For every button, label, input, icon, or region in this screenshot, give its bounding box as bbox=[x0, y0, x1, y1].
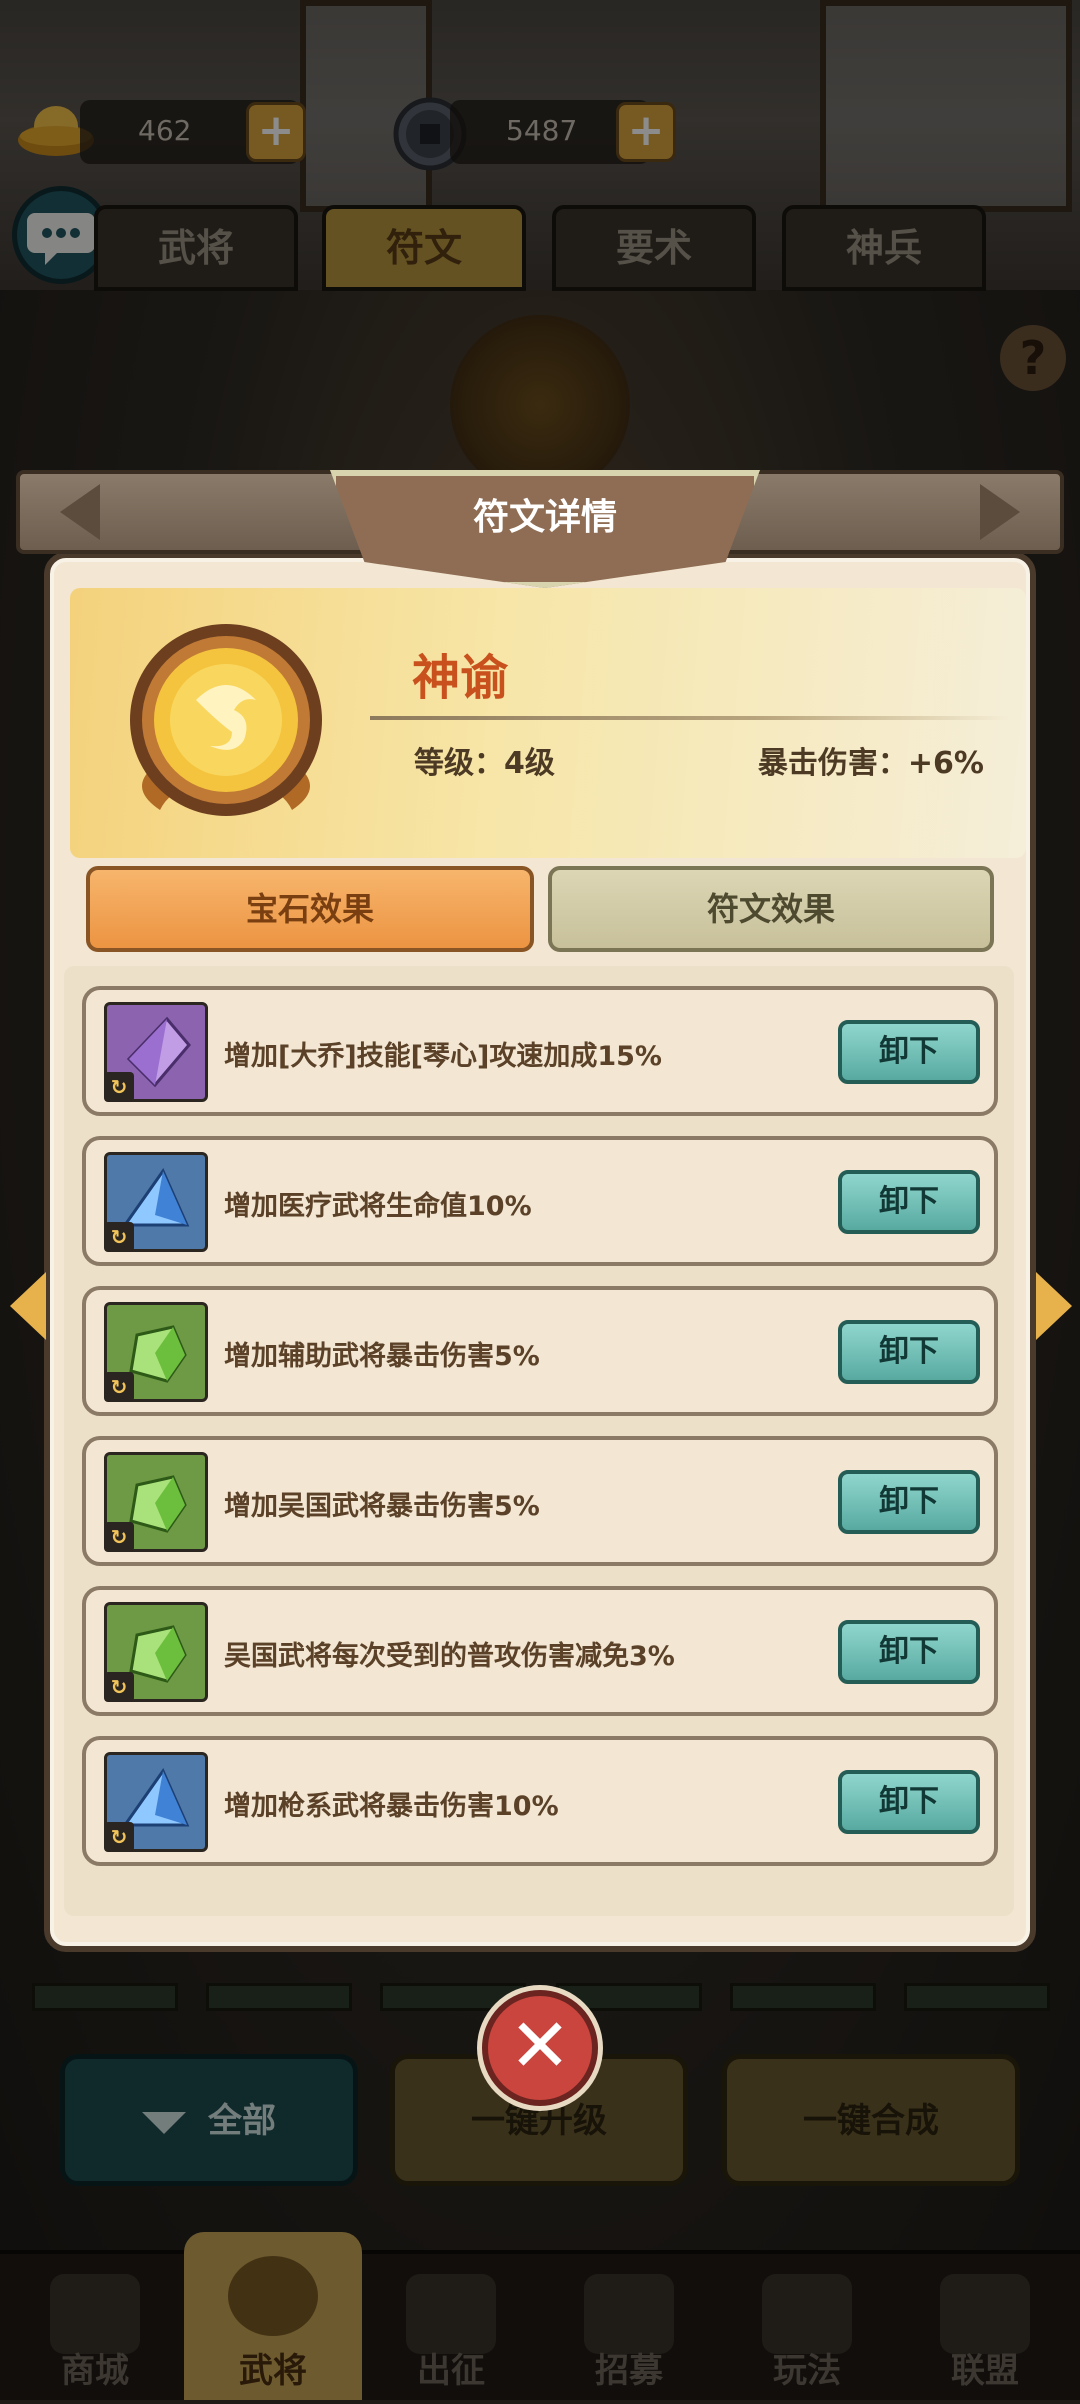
blue-gem-icon: ↻ bbox=[104, 1152, 208, 1252]
link-badge-icon: ↻ bbox=[104, 1522, 134, 1552]
unload-button[interactable]: 卸下 bbox=[838, 1620, 980, 1684]
link-badge-icon: ↻ bbox=[104, 1072, 134, 1102]
unload-button[interactable]: 卸下 bbox=[838, 1320, 980, 1384]
close-icon: ✕ bbox=[508, 2003, 571, 2089]
blue-gem-icon: ↻ bbox=[104, 1752, 208, 1852]
modal-title: 符文详情 bbox=[472, 497, 617, 538]
link-badge-icon: ↻ bbox=[104, 1372, 134, 1402]
gem-effect-text: 增加枪系武将暴击伤害10% bbox=[224, 1791, 559, 1822]
rune-level: 等级：4级 bbox=[414, 746, 555, 781]
gem-effect-text: 吴国武将每次受到的普攻伤害减免3% bbox=[224, 1641, 675, 1672]
banner-right-ornament bbox=[980, 484, 1020, 540]
close-button[interactable]: ✕ bbox=[482, 1990, 598, 2106]
gem-effect-text: 增加[大乔]技能[琴心]攻速加成15% bbox=[224, 1041, 662, 1072]
green-gem-icon: ↻ bbox=[104, 1452, 208, 1552]
unload-button[interactable]: 卸下 bbox=[838, 1170, 980, 1234]
green-gem-icon: ↻ bbox=[104, 1602, 208, 1702]
rune-name: 神谕 bbox=[412, 650, 509, 706]
tab-gem-effect[interactable]: 宝石效果 bbox=[86, 866, 534, 952]
link-badge-icon: ↻ bbox=[104, 1822, 134, 1852]
previous-rune-arrow-icon[interactable] bbox=[10, 1272, 46, 1340]
dragon-rune-icon bbox=[130, 624, 322, 816]
unload-button[interactable]: 卸下 bbox=[838, 1470, 980, 1534]
list-item: ↻ 吴国武将每次受到的普攻伤害减免3% 卸下 bbox=[82, 1586, 998, 1716]
next-rune-arrow-icon[interactable] bbox=[1036, 1272, 1072, 1340]
list-item: ↻ 增加枪系武将暴击伤害10% 卸下 bbox=[82, 1736, 998, 1866]
tab-rune-effect[interactable]: 符文效果 bbox=[548, 866, 994, 952]
link-badge-icon: ↻ bbox=[104, 1222, 134, 1252]
list-item: ↻ 增加医疗武将生命值10% 卸下 bbox=[82, 1136, 998, 1266]
gem-effect-text: 增加辅助武将暴击伤害5% bbox=[224, 1341, 540, 1372]
link-badge-icon: ↻ bbox=[104, 1672, 134, 1702]
list-item: ↻ 增加吴国武将暴击伤害5% 卸下 bbox=[82, 1436, 998, 1566]
purple-gem-icon: ↻ bbox=[104, 1002, 208, 1102]
list-item: ↻ 增加[大乔]技能[琴心]攻速加成15% 卸下 bbox=[82, 986, 998, 1116]
gem-effect-text: 增加医疗武将生命值10% bbox=[224, 1191, 532, 1222]
green-gem-icon: ↻ bbox=[104, 1302, 208, 1402]
unload-button[interactable]: 卸下 bbox=[838, 1020, 980, 1084]
banner-left-ornament bbox=[60, 484, 100, 540]
divider bbox=[370, 716, 1010, 720]
gem-effect-text: 增加吴国武将暴击伤害5% bbox=[224, 1491, 540, 1522]
rune-crit-damage: 暴击伤害：+6% bbox=[757, 746, 984, 781]
list-item: ↻ 增加辅助武将暴击伤害5% 卸下 bbox=[82, 1286, 998, 1416]
unload-button[interactable]: 卸下 bbox=[838, 1770, 980, 1834]
